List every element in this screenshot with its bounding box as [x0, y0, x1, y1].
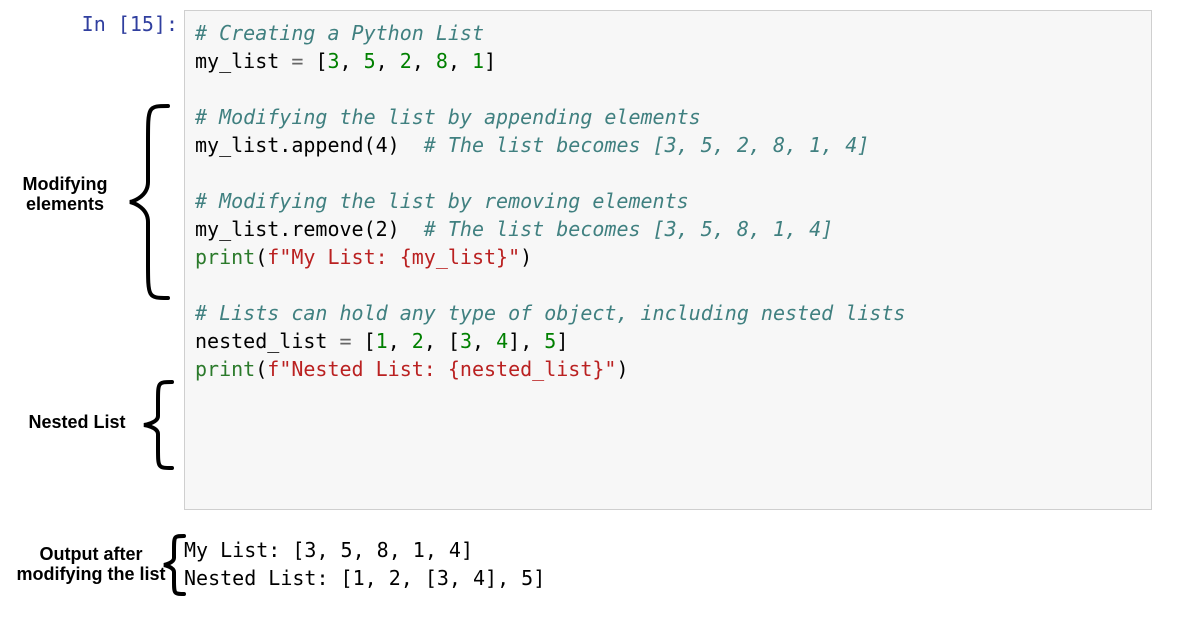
- comma: ,: [424, 329, 448, 353]
- method-call: my_list.append(4): [195, 133, 400, 157]
- brace-icon: [138, 378, 180, 472]
- output-block: My List: [3, 5, 8, 1, 4] Nested List: [1…: [184, 536, 545, 592]
- prompt-label: In [15]:: [82, 12, 178, 36]
- output-line: My List: [3, 5, 8, 1, 4]: [184, 538, 473, 562]
- comment-line: # Modifying the list by removing element…: [195, 189, 689, 213]
- annotation-modifying: Modifying elements: [10, 174, 120, 214]
- bracket-close: ]: [556, 329, 568, 353]
- bracket-open: [: [448, 329, 460, 353]
- number: 3: [460, 329, 472, 353]
- string-literal: "My List: {my_list}": [279, 245, 520, 269]
- comment-line: # Creating a Python List: [195, 21, 484, 45]
- brace-icon: [124, 102, 180, 302]
- code-block[interactable]: # Creating a Python List my_list = [3, 5…: [195, 19, 905, 383]
- annotation-output: Output after modifying the list: [2, 544, 180, 584]
- string-literal: "Nested List: {nested_list}": [279, 357, 616, 381]
- bracket-close: ]: [508, 329, 520, 353]
- paren-close: ): [616, 357, 628, 381]
- bracket-open: [: [364, 329, 376, 353]
- operator: =: [291, 49, 303, 73]
- comment-line: # Modifying the list by appending elemen…: [195, 105, 701, 129]
- identifier: nested_list: [195, 329, 327, 353]
- inline-comment: # The list becomes [3, 5, 8, 1, 4]: [424, 217, 833, 241]
- number: 4: [496, 329, 508, 353]
- inline-comment: # The list becomes [3, 5, 2, 8, 1, 4]: [424, 133, 870, 157]
- comma: ,: [388, 329, 412, 353]
- code-cell[interactable]: # Creating a Python List my_list = [3, 5…: [184, 10, 1152, 510]
- annotation-nested: Nested List: [18, 412, 136, 433]
- number: 1: [376, 329, 388, 353]
- number: 5: [544, 329, 556, 353]
- method-call: my_list.remove(2): [195, 217, 400, 241]
- paren-close: ): [520, 245, 532, 269]
- cell-prompt: In [15]:: [66, 12, 178, 36]
- comma: ,: [520, 329, 544, 353]
- identifier: my_list: [195, 49, 279, 73]
- comma: ,: [472, 329, 496, 353]
- output-line: Nested List: [1, 2, [3, 4], 5]: [184, 566, 545, 590]
- operator: =: [340, 329, 352, 353]
- number: 2: [412, 329, 424, 353]
- comment-line: # Lists can hold any type of object, inc…: [195, 301, 905, 325]
